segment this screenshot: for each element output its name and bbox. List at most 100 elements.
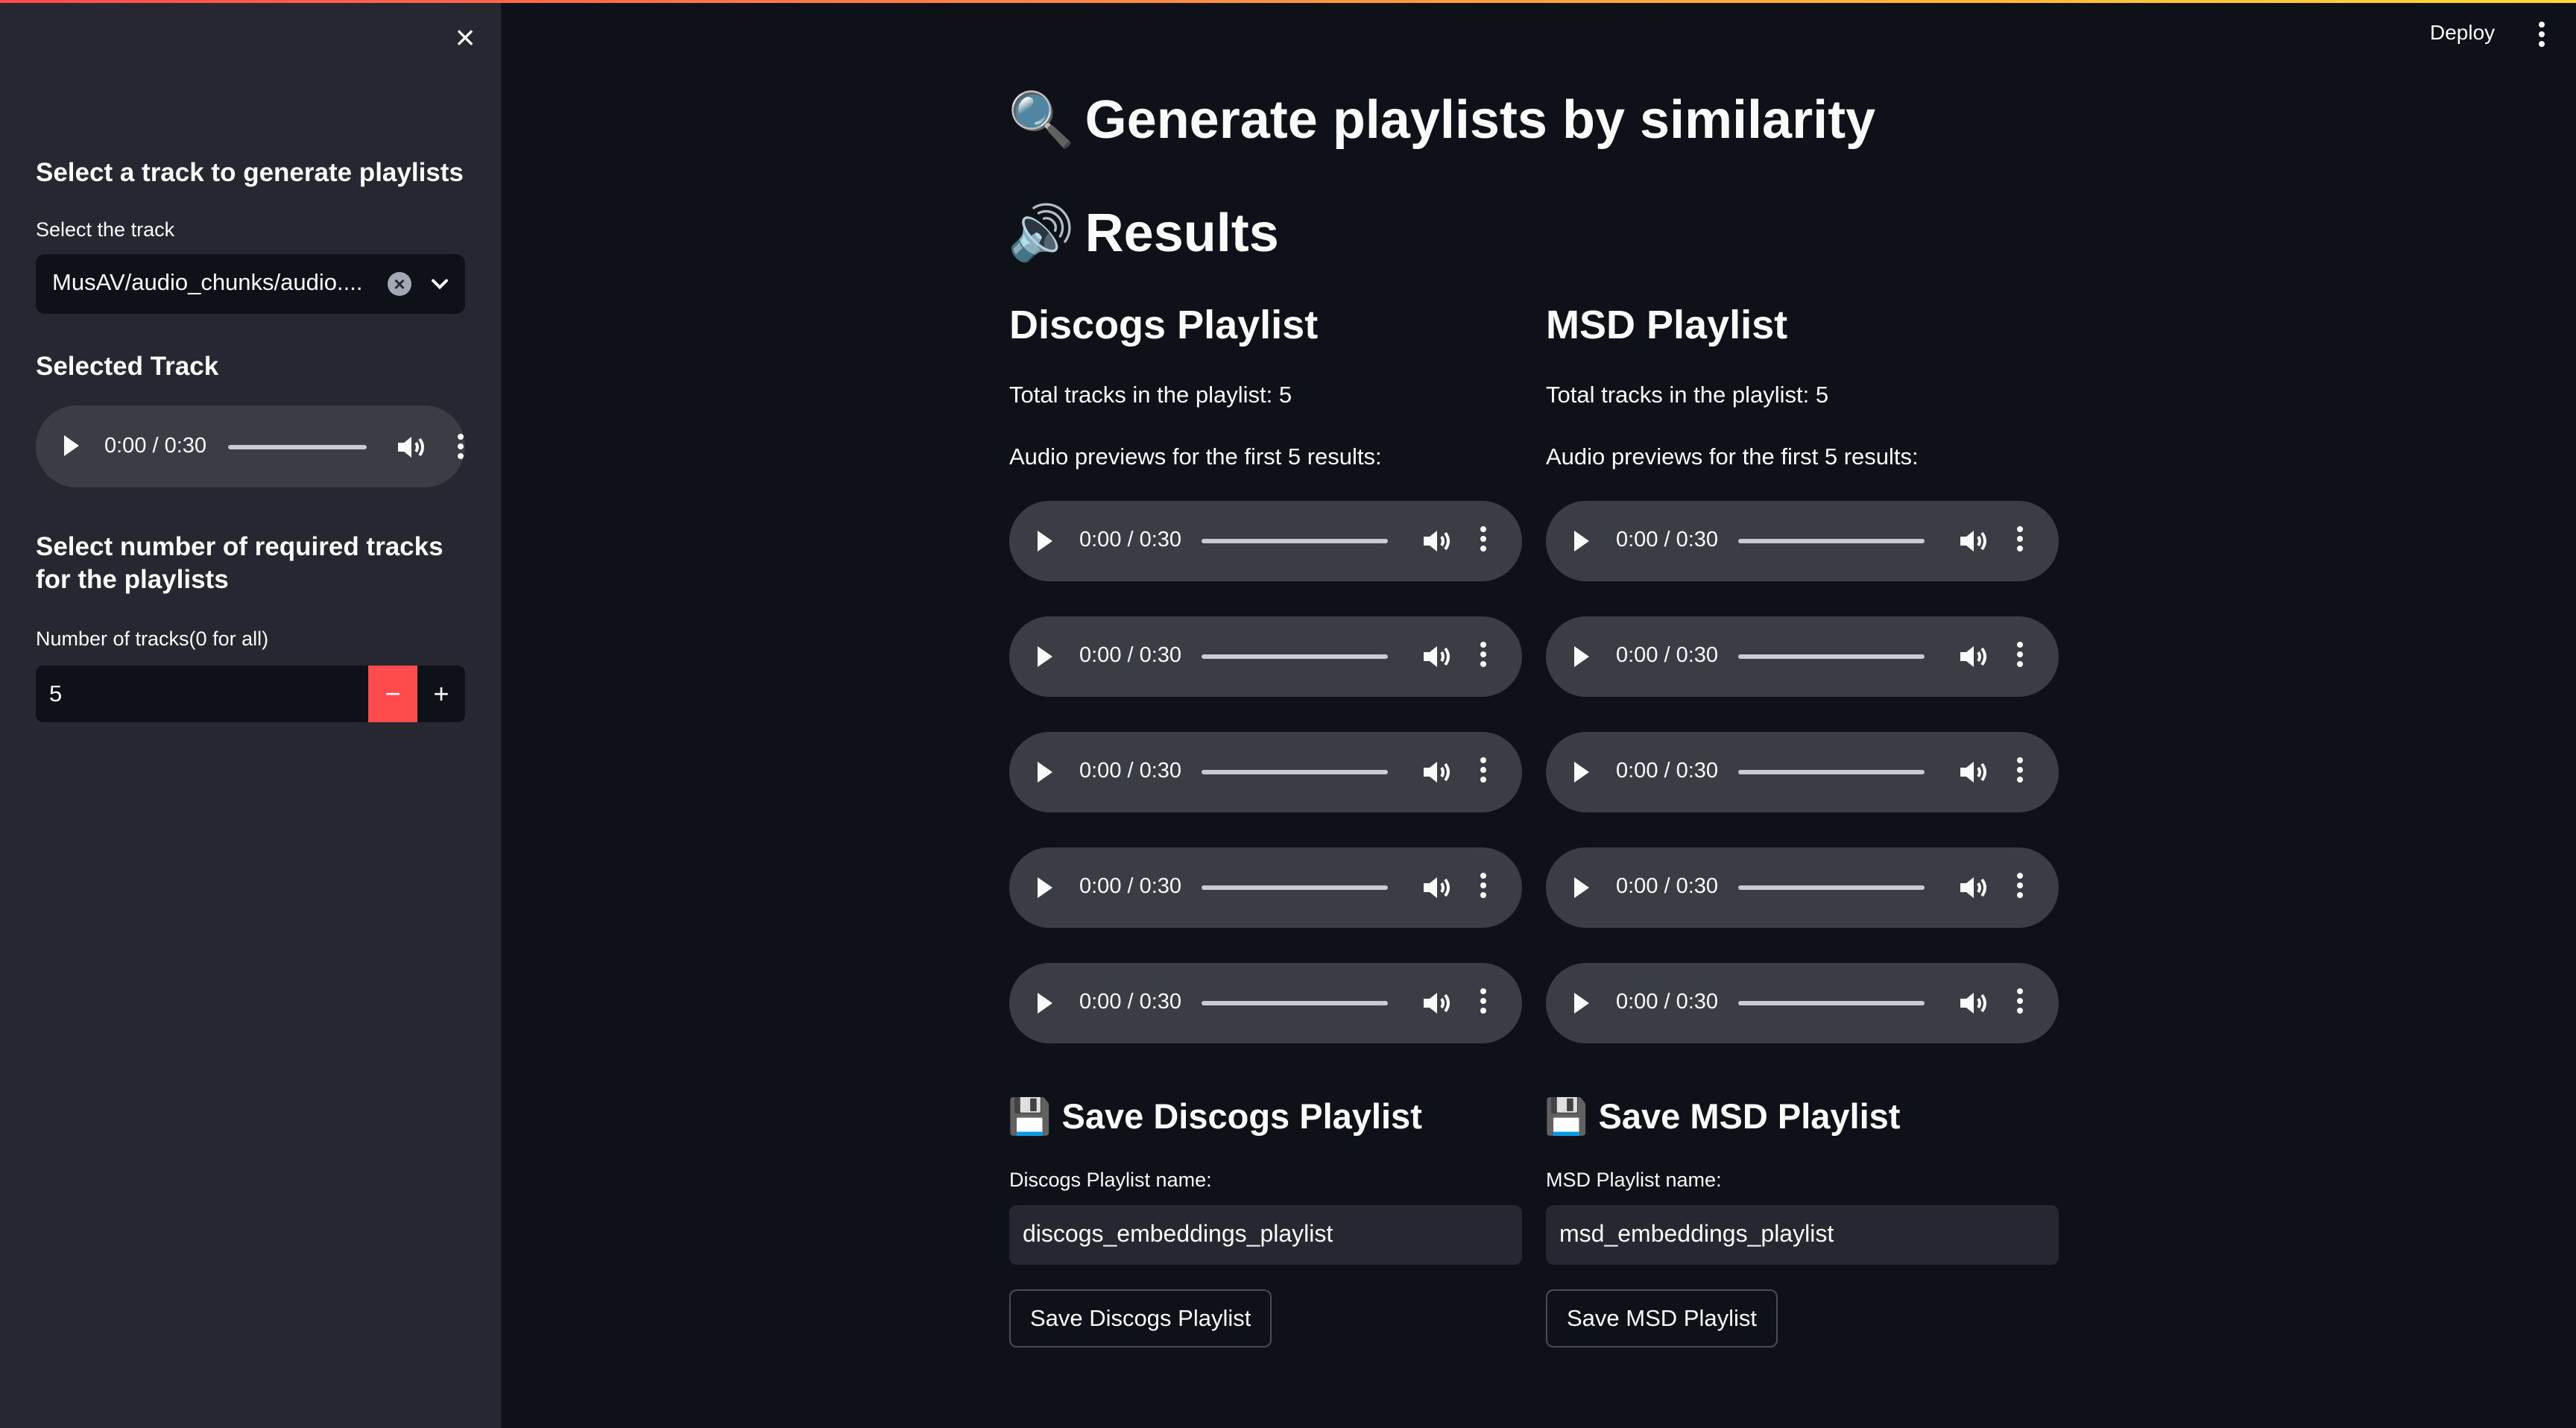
save-discogs-button[interactable]: Save Discogs Playlist [1009, 1289, 1272, 1348]
close-sidebar-button[interactable]: × [447, 19, 483, 55]
play-icon[interactable] [64, 435, 79, 456]
more-options-icon[interactable] [1476, 523, 1491, 559]
more-options-icon[interactable] [2012, 985, 2027, 1021]
magnifier-icon: 🔍 [1008, 90, 1075, 150]
track-select-label: Select the track [36, 218, 175, 241]
decrement-button[interactable]: − [368, 666, 417, 722]
discogs-name-label: Discogs Playlist name: [1009, 1169, 1212, 1191]
results-heading: 🔊 Results [1008, 201, 1279, 265]
sidebar: × Select a track to generate playlists S… [0, 0, 501, 1428]
play-icon[interactable] [1574, 531, 1589, 552]
audio-progress-bar[interactable] [228, 445, 367, 449]
save-msd-button[interactable]: Save MSD Playlist [1546, 1289, 1778, 1348]
floppy-disk-icon: 💾 [1008, 1096, 1052, 1136]
number-of-tracks-label: Number of tracks(0 for all) [36, 628, 269, 650]
more-options-icon[interactable] [453, 431, 468, 467]
audio-time: 0:00 / 0:30 [1616, 643, 1719, 667]
play-icon[interactable] [1038, 993, 1052, 1014]
audio-time: 0:00 / 0:30 [1616, 874, 1719, 898]
audio-progress-bar[interactable] [1202, 539, 1388, 543]
play-icon[interactable] [1038, 762, 1052, 783]
selected-track-audio-player[interactable]: 0:00 / 0:30 [36, 405, 465, 487]
msd-playlist-heading: MSD Playlist [1546, 303, 1788, 347]
save-discogs-heading-text: Save Discogs Playlist [1061, 1096, 1422, 1136]
more-options-icon[interactable] [2012, 523, 2027, 559]
discogs-audio-player[interactable]: 0:00 / 0:30 [1009, 963, 1522, 1043]
page-title: 🔍 Generate playlists by similarity [1008, 88, 1875, 151]
audio-progress-bar[interactable] [1738, 885, 1925, 890]
msd-playlist-name-input[interactable]: msd_embeddings_playlist [1546, 1205, 2059, 1265]
audio-progress-bar[interactable] [1202, 654, 1388, 659]
volume-icon[interactable] [1956, 985, 1992, 1021]
audio-time: 0:00 / 0:30 [104, 434, 207, 458]
play-icon[interactable] [1038, 531, 1052, 552]
audio-time: 0:00 / 0:30 [1079, 528, 1182, 552]
discogs-playlist-name-value[interactable]: discogs_embeddings_playlist [1023, 1220, 1333, 1248]
more-options-icon[interactable] [2012, 754, 2027, 790]
audio-time: 0:00 / 0:30 [1616, 990, 1719, 1014]
discogs-previews-label: Audio previews for the first 5 results: [1009, 443, 1382, 470]
volume-icon[interactable] [1419, 985, 1455, 1021]
more-options-icon[interactable] [1476, 639, 1491, 674]
track-select[interactable]: MusAV/audio_chunks/audio.... × [36, 254, 465, 314]
more-options-icon[interactable] [1476, 754, 1491, 790]
audio-progress-bar[interactable] [1202, 885, 1388, 890]
audio-progress-bar[interactable] [1202, 1001, 1388, 1005]
play-icon[interactable] [1038, 646, 1052, 667]
msd-audio-player[interactable]: 0:00 / 0:30 [1546, 501, 2059, 581]
clear-selection-icon[interactable]: × [388, 272, 411, 296]
play-icon[interactable] [1574, 762, 1589, 783]
audio-progress-bar[interactable] [1738, 539, 1925, 543]
volume-icon[interactable] [1419, 523, 1455, 559]
discogs-playlist-heading: Discogs Playlist [1009, 303, 1319, 347]
discogs-audio-player[interactable]: 0:00 / 0:30 [1009, 616, 1522, 697]
save-discogs-heading: 💾 Save Discogs Playlist [1008, 1096, 1422, 1137]
number-of-tracks-value[interactable]: 5 [49, 680, 62, 707]
discogs-audio-player[interactable]: 0:00 / 0:30 [1009, 501, 1522, 581]
sidebar-heading-select-track: Select a track to generate playlists [36, 158, 464, 187]
volume-icon[interactable] [1419, 754, 1455, 790]
discogs-audio-player[interactable]: 0:00 / 0:30 [1009, 732, 1522, 812]
top-decoration-bar [0, 0, 2576, 3]
msd-playlist-name-value[interactable]: msd_embeddings_playlist [1559, 1220, 1834, 1248]
discogs-playlist-name-input[interactable]: discogs_embeddings_playlist [1009, 1205, 1522, 1265]
more-options-icon[interactable] [2012, 639, 2027, 674]
audio-progress-bar[interactable] [1738, 654, 1925, 659]
play-icon[interactable] [1038, 877, 1052, 898]
play-icon[interactable] [1574, 877, 1589, 898]
volume-icon[interactable] [1419, 639, 1455, 674]
volume-icon[interactable] [1956, 870, 1992, 906]
volume-icon[interactable] [1956, 754, 1992, 790]
audio-time: 0:00 / 0:30 [1079, 990, 1182, 1014]
msd-audio-player[interactable]: 0:00 / 0:30 [1546, 963, 2059, 1043]
number-of-tracks-input[interactable]: 5 − + [36, 666, 465, 722]
volume-icon[interactable] [1956, 523, 1992, 559]
play-icon[interactable] [1574, 993, 1589, 1014]
audio-progress-bar[interactable] [1738, 1001, 1925, 1005]
volume-icon[interactable] [1956, 639, 1992, 674]
msd-name-label: MSD Playlist name: [1546, 1169, 1722, 1191]
page-title-text: Generate playlists by similarity [1085, 90, 1876, 150]
main-menu-icon[interactable] [2534, 19, 2549, 52]
more-options-icon[interactable] [2012, 870, 2027, 906]
msd-audio-player[interactable]: 0:00 / 0:30 [1546, 616, 2059, 697]
audio-progress-bar[interactable] [1738, 770, 1925, 774]
audio-time: 0:00 / 0:30 [1079, 643, 1182, 667]
discogs-total-tracks: Total tracks in the playlist: 5 [1009, 382, 1292, 408]
results-heading-text: Results [1085, 203, 1279, 263]
deploy-button[interactable]: Deploy [2430, 21, 2495, 45]
audio-progress-bar[interactable] [1202, 770, 1388, 774]
discogs-audio-player[interactable]: 0:00 / 0:30 [1009, 847, 1522, 928]
audio-time: 0:00 / 0:30 [1079, 759, 1182, 783]
msd-audio-player[interactable]: 0:00 / 0:30 [1546, 847, 2059, 928]
msd-audio-player[interactable]: 0:00 / 0:30 [1546, 732, 2059, 812]
track-select-value: MusAV/audio_chunks/audio.... [52, 269, 363, 295]
increment-button[interactable]: + [417, 666, 465, 722]
msd-previews-label: Audio previews for the first 5 results: [1546, 443, 1919, 470]
play-icon[interactable] [1574, 646, 1589, 667]
more-options-icon[interactable] [1476, 985, 1491, 1021]
more-options-icon[interactable] [1476, 870, 1491, 906]
chevron-down-icon[interactable] [426, 271, 453, 297]
volume-icon[interactable] [1419, 870, 1455, 906]
volume-icon[interactable] [394, 429, 429, 465]
